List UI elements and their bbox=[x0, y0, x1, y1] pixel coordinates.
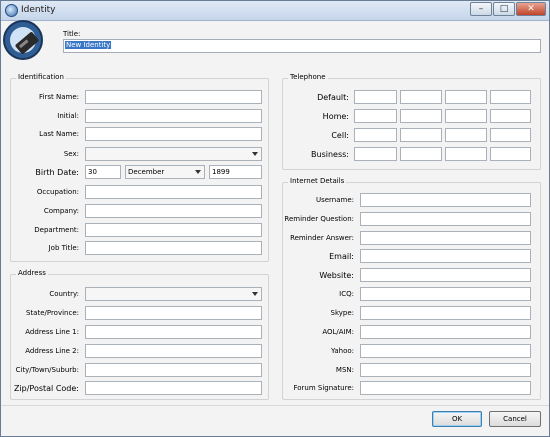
footer-divider bbox=[1, 405, 549, 406]
company-input[interactable] bbox=[85, 204, 262, 218]
identity-icon bbox=[3, 20, 43, 60]
default-phone-part3[interactable] bbox=[445, 90, 487, 104]
home-phone-part1[interactable] bbox=[354, 109, 397, 123]
occupation-label: Occupation: bbox=[36, 188, 79, 196]
identification-heading: Identification bbox=[16, 73, 66, 81]
zip-input[interactable] bbox=[85, 381, 262, 395]
birth-month-select[interactable]: December bbox=[125, 165, 205, 179]
company-label: Company: bbox=[43, 207, 79, 215]
app-icon bbox=[5, 4, 18, 17]
yahoo-input[interactable] bbox=[360, 344, 531, 358]
job-title-input[interactable] bbox=[85, 241, 262, 255]
reminder-answer-input[interactable] bbox=[360, 231, 531, 245]
chevron-down-icon bbox=[195, 170, 201, 174]
msn-input[interactable] bbox=[360, 363, 531, 377]
cancel-button[interactable]: Cancel bbox=[489, 411, 541, 427]
job-title-label: Job Title: bbox=[48, 244, 79, 252]
default-phone-part2[interactable] bbox=[400, 90, 442, 104]
msn-label: MSN: bbox=[335, 366, 354, 374]
business-phone-part1[interactable] bbox=[354, 147, 397, 161]
skype-input[interactable] bbox=[360, 306, 531, 320]
birth-day-input[interactable]: 30 bbox=[85, 165, 121, 179]
cell-phone-part1[interactable] bbox=[354, 128, 397, 142]
maximize-button[interactable]: □ bbox=[493, 2, 515, 16]
first-name-label: First Name: bbox=[39, 93, 79, 101]
cell-phone-part4[interactable] bbox=[490, 128, 531, 142]
ok-button[interactable]: OK bbox=[432, 411, 482, 427]
website-label: Website: bbox=[319, 271, 354, 280]
birth-date-label: Birth Date: bbox=[35, 168, 79, 177]
skype-label: Skype: bbox=[330, 309, 355, 317]
cell-phone-part3[interactable] bbox=[445, 128, 487, 142]
reminder-question-label: Reminder Question: bbox=[284, 215, 354, 223]
address-line1-label: Address Line 1: bbox=[25, 328, 79, 336]
birth-year-input[interactable]: 1899 bbox=[209, 165, 262, 179]
email-label: Email: bbox=[329, 252, 354, 261]
default-phone-part1[interactable] bbox=[354, 90, 397, 104]
reminder-answer-label: Reminder Answer: bbox=[290, 234, 354, 242]
home-phone-part3[interactable] bbox=[445, 109, 487, 123]
country-label: Country: bbox=[49, 290, 79, 298]
state-label: State/Province: bbox=[25, 309, 79, 317]
business-phone-label: Business: bbox=[311, 150, 349, 159]
chevron-down-icon bbox=[252, 152, 258, 156]
title-label: Title: bbox=[63, 30, 81, 38]
forum-signature-label: Forum Signature: bbox=[293, 384, 354, 392]
business-phone-part4[interactable] bbox=[490, 147, 531, 161]
internet-heading: Internet Details bbox=[288, 177, 347, 185]
department-label: Department: bbox=[34, 226, 79, 234]
address-line1-input[interactable] bbox=[85, 325, 262, 339]
home-phone-part2[interactable] bbox=[400, 109, 442, 123]
aol-label: AOL/AIM: bbox=[322, 328, 354, 336]
sex-label: Sex: bbox=[63, 150, 79, 158]
department-input[interactable] bbox=[85, 223, 262, 237]
website-input[interactable] bbox=[360, 268, 531, 282]
aol-input[interactable] bbox=[360, 325, 531, 339]
zip-label: Zip/Postal Code: bbox=[13, 384, 79, 393]
address-line2-label: Address Line 2: bbox=[25, 347, 79, 355]
address-line2-input[interactable] bbox=[85, 344, 262, 358]
window-title: Identity bbox=[21, 5, 56, 15]
telephone-heading: Telephone bbox=[288, 73, 328, 81]
email-input[interactable] bbox=[360, 249, 531, 263]
birth-month-value: December bbox=[128, 168, 165, 176]
country-select[interactable] bbox=[85, 287, 262, 301]
city-label: City/Town/Suburb: bbox=[15, 366, 79, 374]
last-name-label: Last Name: bbox=[39, 130, 79, 138]
default-phone-label: Default: bbox=[317, 93, 349, 102]
occupation-input[interactable] bbox=[85, 185, 262, 199]
title-input[interactable]: New Identity bbox=[63, 39, 541, 53]
first-name-input[interactable] bbox=[85, 90, 262, 104]
initial-input[interactable] bbox=[85, 109, 262, 123]
last-name-input[interactable] bbox=[85, 127, 262, 141]
yahoo-label: Yahoo: bbox=[331, 347, 354, 355]
city-input[interactable] bbox=[85, 363, 262, 377]
state-input[interactable] bbox=[85, 306, 262, 320]
minimize-button[interactable]: – bbox=[470, 2, 492, 16]
reminder-question-input[interactable] bbox=[360, 212, 531, 226]
cell-phone-part2[interactable] bbox=[400, 128, 442, 142]
address-heading: Address bbox=[16, 269, 48, 277]
close-button[interactable]: ✕ bbox=[516, 2, 546, 16]
chevron-down-icon bbox=[252, 292, 258, 296]
title-bar[interactable]: Identity – □ ✕ bbox=[1, 1, 549, 21]
icq-label: ICQ: bbox=[339, 290, 354, 298]
cell-phone-label: Cell: bbox=[331, 131, 349, 140]
title-value: New Identity bbox=[65, 41, 112, 49]
business-phone-part2[interactable] bbox=[400, 147, 442, 161]
home-phone-part4[interactable] bbox=[490, 109, 531, 123]
home-phone-label: Home: bbox=[322, 112, 349, 121]
identity-dialog: Identity – □ ✕ Title: New Identity Ident… bbox=[0, 0, 550, 437]
username-label: Username: bbox=[315, 196, 354, 204]
username-input[interactable] bbox=[360, 193, 531, 207]
business-phone-part3[interactable] bbox=[445, 147, 487, 161]
initial-label: Initial: bbox=[57, 112, 79, 120]
forum-signature-input[interactable] bbox=[360, 381, 531, 395]
sex-select[interactable] bbox=[85, 147, 262, 161]
icq-input[interactable] bbox=[360, 287, 531, 301]
default-phone-part4[interactable] bbox=[490, 90, 531, 104]
